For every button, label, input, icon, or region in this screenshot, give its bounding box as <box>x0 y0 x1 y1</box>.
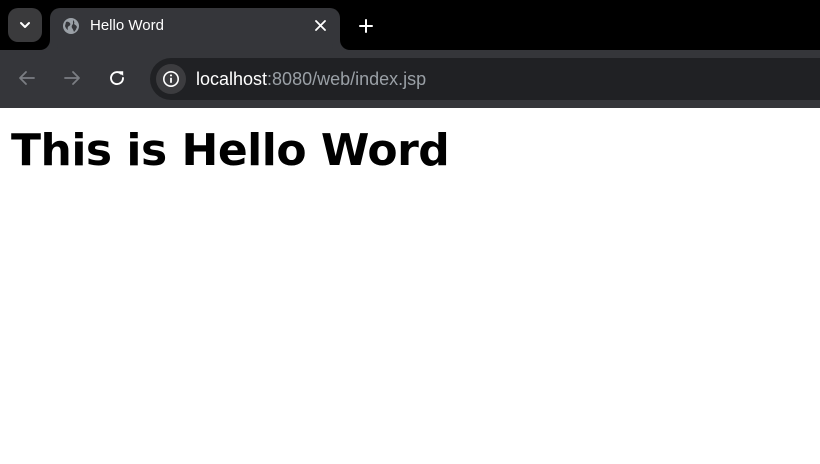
reload-icon <box>110 71 124 86</box>
tab-strip: Hello Word <box>0 0 820 50</box>
browser-chrome: Hello Word localhost:8080/web/index.jsp <box>0 0 820 108</box>
chevron-down-icon <box>20 22 30 28</box>
active-tab[interactable]: Hello Word <box>50 8 340 50</box>
forward-button[interactable] <box>57 63 87 93</box>
tab-title: Hello Word <box>90 17 164 34</box>
reload-button[interactable] <box>102 63 132 93</box>
page-heading: This is Hello Word <box>11 125 450 176</box>
plus-icon <box>359 19 373 33</box>
url-path: :8080/web/index.jsp <box>267 69 427 89</box>
arrow-right-icon <box>64 71 80 85</box>
arrow-left-icon <box>19 71 35 85</box>
url-host: localhost <box>196 69 268 89</box>
toolbar: localhost:8080/web/index.jsp <box>0 50 820 108</box>
close-icon <box>314 19 326 31</box>
site-info-button[interactable] <box>156 64 186 94</box>
page-content: This is Hello Word <box>0 108 820 464</box>
address-bar[interactable]: localhost:8080/web/index.jsp <box>150 58 820 100</box>
tab-search-button[interactable] <box>8 8 42 42</box>
back-button[interactable] <box>12 63 42 93</box>
info-icon <box>163 71 179 87</box>
globe-icon <box>63 18 79 34</box>
tab-close-button[interactable] <box>310 15 330 35</box>
url-text[interactable]: localhost:8080/web/index.jsp <box>196 68 426 90</box>
new-tab-button[interactable] <box>352 12 380 40</box>
